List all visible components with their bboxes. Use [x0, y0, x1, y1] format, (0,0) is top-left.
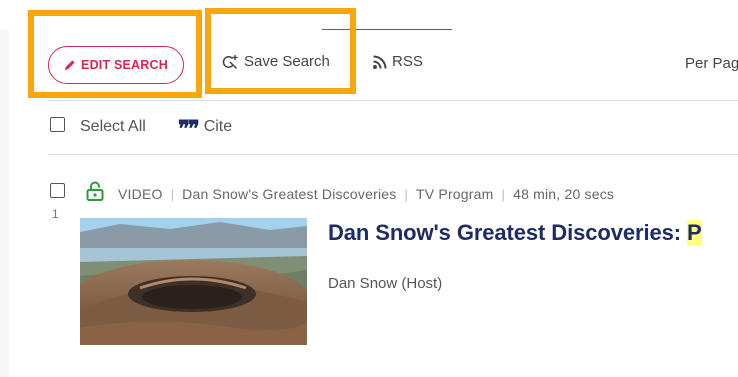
result-number: 1 [52, 207, 59, 221]
highlight-box-edit-search [28, 10, 202, 98]
select-all-checkbox[interactable] [50, 117, 65, 132]
volcano-crater-image [80, 218, 307, 345]
result-title-text: Dan Snow's Greatest Discoveries: [328, 220, 687, 245]
highlight-box-save-search [205, 8, 356, 94]
selection-divider [48, 154, 738, 155]
search-results-page: EDIT SEARCH Save Search RSS Per Pag Sele… [0, 0, 738, 377]
left-gutter [0, 30, 9, 377]
result-title[interactable]: Dan Snow's Greatest Discoveries: P [328, 220, 702, 246]
series-name[interactable]: Dan Snow's Greatest Discoveries [182, 186, 396, 202]
duration-label: 48 min, 20 secs [513, 186, 615, 202]
result-contributor: Dan Snow (Host) [328, 275, 443, 292]
toolbar-divider [48, 100, 738, 101]
meta-separator: | [404, 186, 409, 202]
result-metadata: VIDEO | Dan Snow's Greatest Discoveries … [118, 186, 614, 202]
cite-label: Cite [203, 118, 233, 135]
unlocked-icon [86, 181, 104, 201]
cite-button[interactable]: ❞❞ Cite [178, 116, 233, 142]
media-type-label: VIDEO [118, 186, 163, 202]
result-checkbox[interactable] [50, 183, 65, 198]
video-thumbnail[interactable] [80, 218, 307, 345]
format-label: TV Program [416, 186, 494, 202]
per-page-selector[interactable]: Per Pag [685, 55, 738, 72]
rss-link[interactable]: RSS [372, 53, 423, 70]
meta-separator: | [501, 186, 506, 202]
meta-separator: | [170, 186, 175, 202]
rss-label: RSS [392, 53, 423, 70]
quote-icon: ❞❞ [178, 116, 200, 142]
search-term-highlight: P [686, 220, 702, 245]
select-all-label[interactable]: Select All [80, 118, 146, 136]
rss-icon [373, 55, 387, 69]
